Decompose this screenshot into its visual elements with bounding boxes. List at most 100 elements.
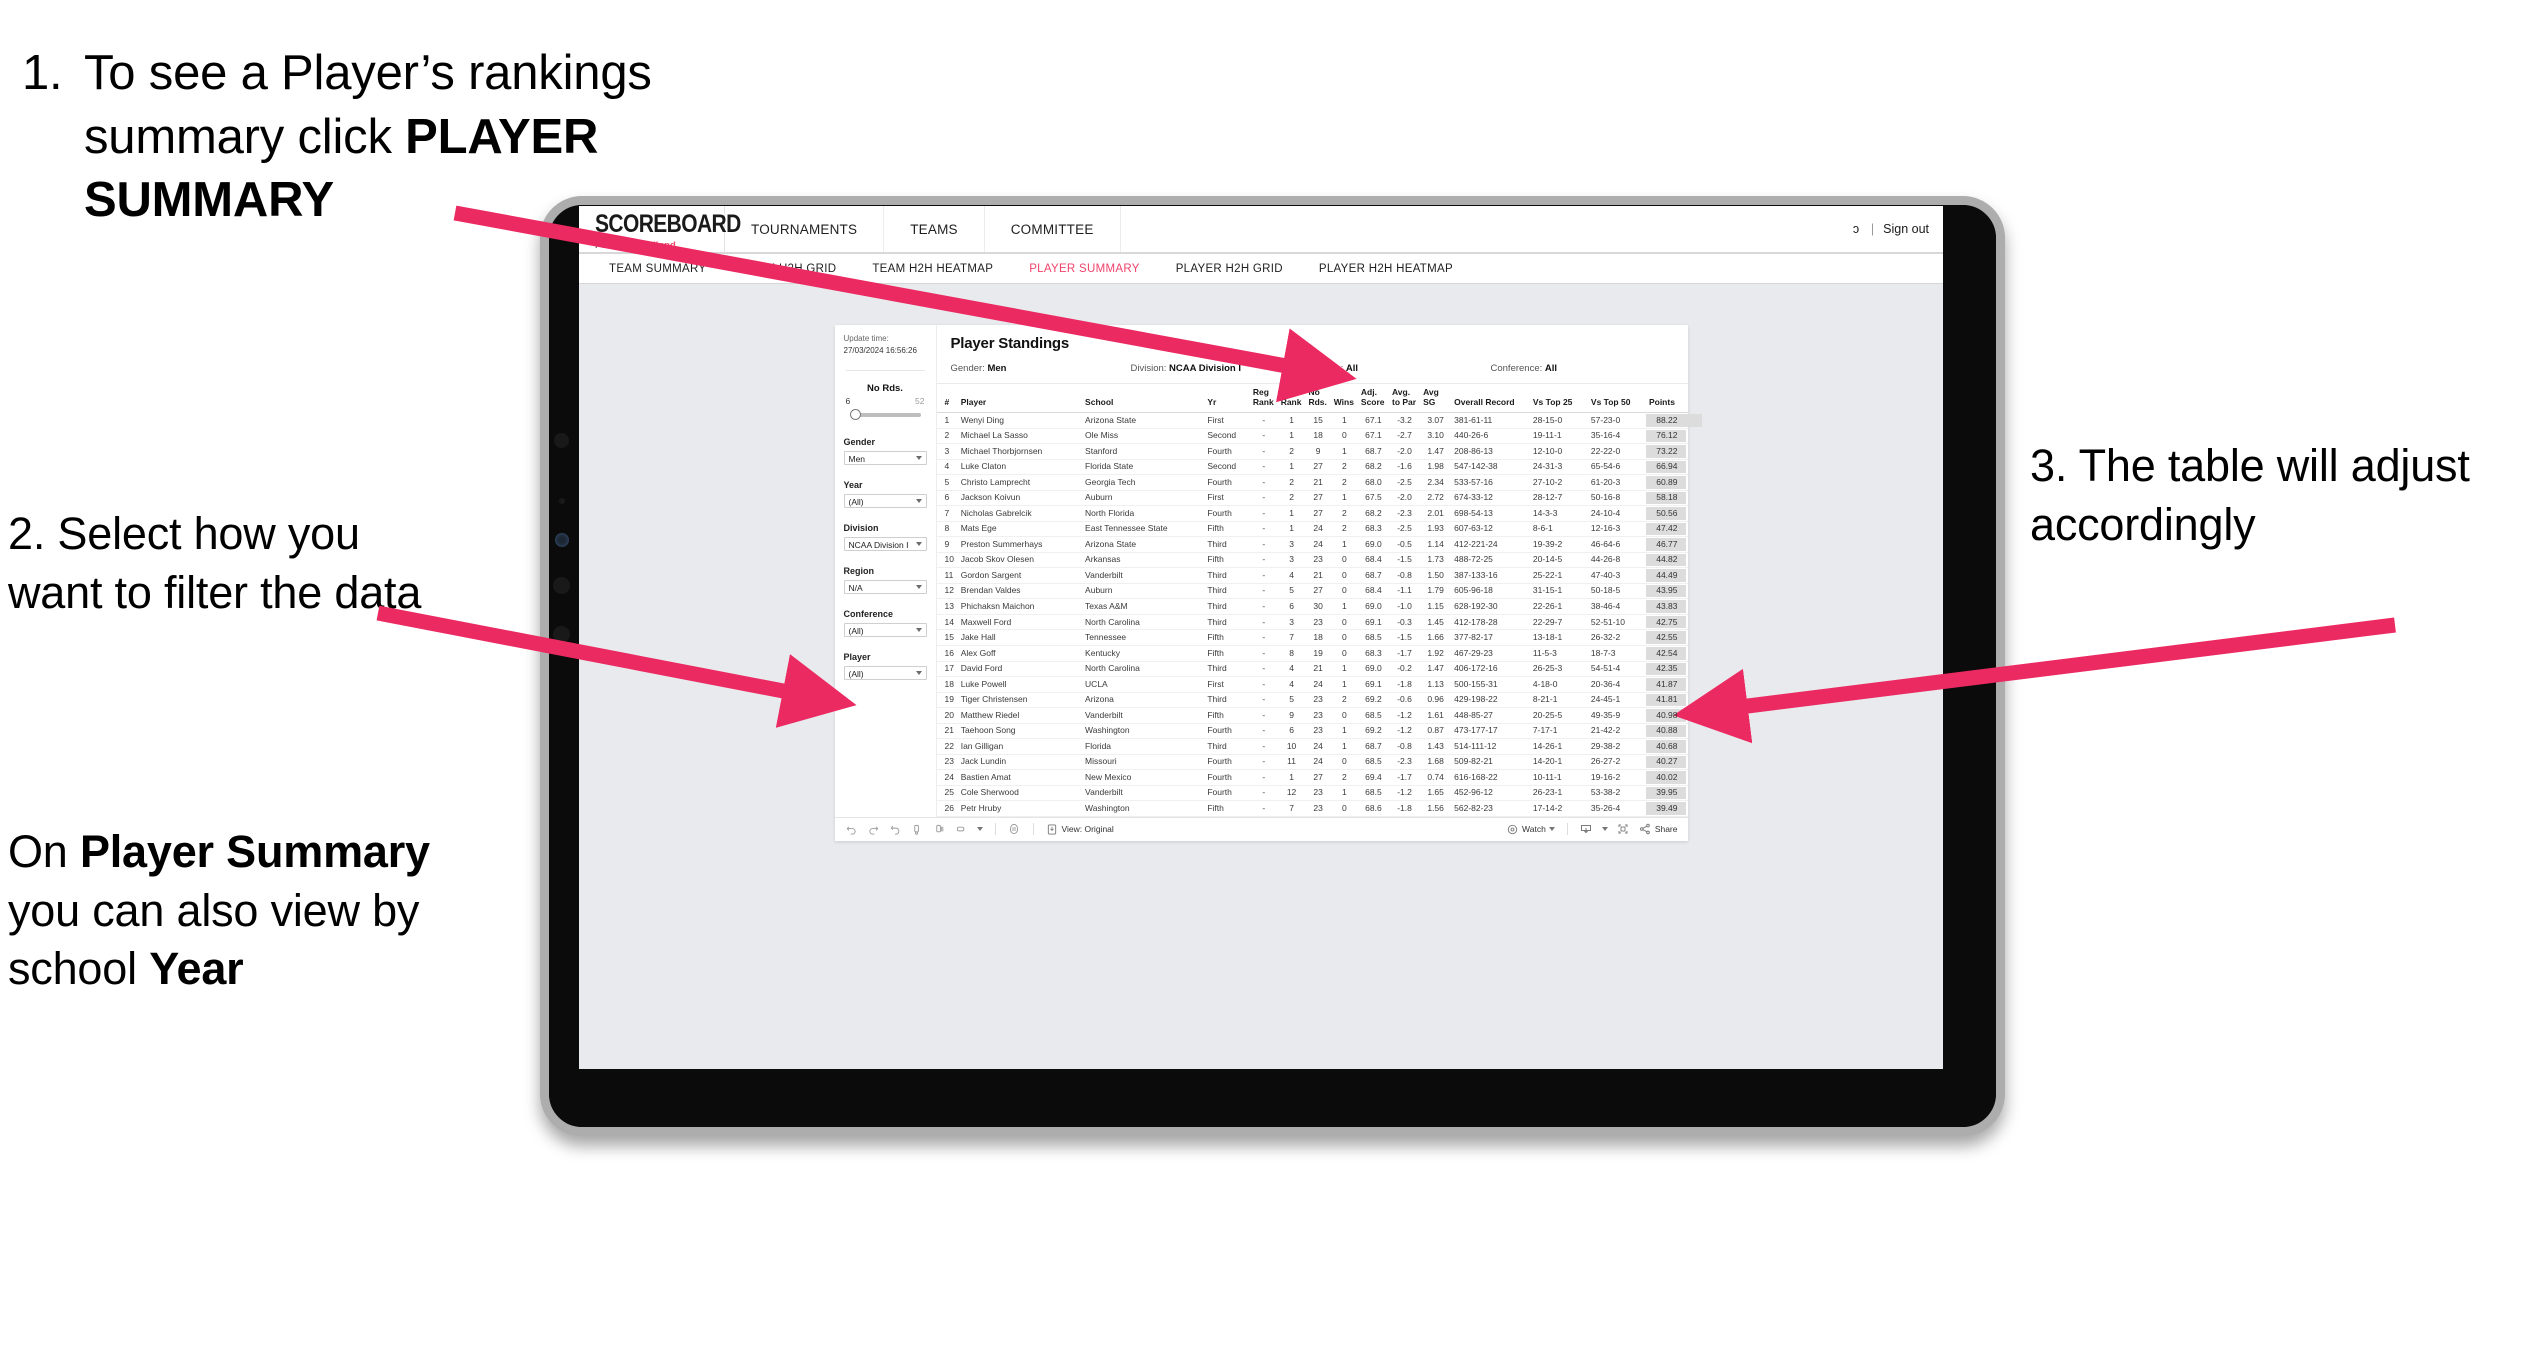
cell-t25: 17-14-2 [1529,800,1588,817]
col-header-player[interactable]: Player [957,384,1083,414]
filter-gender-select[interactable]: Men [843,451,927,466]
table-row[interactable]: 17 David Ford North Carolina Third -4 21 1 69.0… [936,661,1688,678]
table-row[interactable]: 7 Nicholas Gabrelcik North Florida Fourth -1… [936,505,1688,522]
table-row[interactable]: 1 Wenyi Ding Arizona State First -1 15 1 67.1 -3… [936,412,1702,429]
revert-icon[interactable] [889,823,902,836]
table-row[interactable]: 24 Bastien Amat New Mexico Fourth -1 27 2 69.4-… [936,769,1688,786]
cell-player: Jackson Koivun [957,490,1083,507]
cell-reg: - [1249,490,1278,507]
pause-auto-update-icon[interactable] [1008,823,1021,836]
cell-conf: 1 [1277,428,1306,445]
cell-atp: -1.5 [1388,552,1421,569]
brand-clippd-link[interactable]: clippd [648,240,676,251]
top-nav-item-tournaments[interactable]: TOURNAMENTS [725,206,885,252]
table-row[interactable]: 2 Michael La Sasso Ole Miss Second -1 18 0 67.1… [936,428,1688,445]
table-row[interactable]: 10 Jacob Skov Olesen Arkansas Fifth -3 23 0 68.… [936,552,1688,569]
no-rounds-slider[interactable] [846,408,925,422]
col-header-school[interactable]: School [1082,384,1205,414]
table-row[interactable]: 19 Tiger Christensen Arizona Third -5 23 2 69.2… [936,692,1688,709]
tab-team-h2h-grid[interactable]: TEAM H2H GRID [724,263,854,275]
table-row[interactable]: 22 Ian Gilligan Florida Third -10 24 1 68.7 -0.8… [936,738,1688,755]
table-row[interactable]: 16 Alex Goff Kentucky Fifth -8 19 0 68.3 -1.7 1.9… [936,645,1688,662]
slider-knob[interactable] [849,409,861,421]
tab-player-summary[interactable]: PLAYER SUMMARY [1011,263,1158,275]
cell-atp: -1.5 [1388,629,1421,646]
chevron-down-icon[interactable] [976,827,983,832]
table-row[interactable]: 9 Preston Summerhays Arizona State Third -3 2… [936,536,1688,553]
col-header-wins[interactable]: Wins [1330,384,1358,414]
chevron-down-icon[interactable] [1601,827,1608,832]
col-header-reg-rank[interactable]: Reg Rank [1249,384,1278,414]
col-header-avg-to-par[interactable]: Avg. to Par [1388,384,1421,414]
cell-t50: 20-36-4 [1587,676,1646,693]
table-row[interactable]: 13 Phichaksn Maichon Texas A&M Third -6 30 1 69… [936,598,1688,615]
cell-sg: 0.96 [1420,692,1452,709]
cell-wins: 0 [1330,645,1358,662]
cell-wins: 2 [1330,505,1358,522]
table-row[interactable]: 23 Jack Lundin Missouri Fourth -11 24 0 68.5 -2.… [936,754,1688,771]
device-layout-icon[interactable] [955,823,968,836]
col-header-adj-score[interactable]: Adj. Score [1357,384,1389,414]
cell-points: 39.49 [1645,800,1688,817]
tab-player-h2h-grid[interactable]: PLAYER H2H GRID [1158,263,1301,275]
cell-wins: 2 [1330,692,1358,709]
fullscreen-icon[interactable] [1617,823,1630,836]
table-row[interactable]: 12 Brendan Valdes Auburn Third -5 27 0 68.4 -1.1… [936,583,1688,600]
filter-player-select[interactable]: (All) [843,666,927,681]
cell-yr: Fourth [1204,785,1250,802]
cell-t50: 46-64-6 [1587,536,1646,553]
top-nav-item-committee[interactable]: COMMITTEE [984,206,1121,252]
pause-icon[interactable] [933,823,946,836]
cell-yr: First [1204,412,1250,429]
view-original-button[interactable]: View: Original [1046,823,1114,836]
top-nav-item-teams[interactable]: TEAMS [884,206,985,252]
tab-team-summary[interactable]: TEAM SUMMARY [591,263,724,275]
table-row[interactable]: 25 Cole Sherwood Vanderbilt Fourth -12 23 1 68.… [936,785,1688,802]
cell-sg: 3.10 [1420,428,1452,445]
table-row[interactable]: 4 Luke Claton Florida State Second -1 27 2 68.2… [936,459,1688,476]
slider-range-labels: 6 52 [846,396,925,406]
col-header-vs-top-25[interactable]: Vs Top 25 [1529,384,1588,414]
cell-rec: 208-86-13 [1451,443,1530,460]
sign-out-button[interactable]: Sign out [1883,222,1929,236]
filter-conference-select[interactable]: (All) [843,623,927,638]
cell-atp: -2.5 [1388,474,1421,491]
cell-rec: 412-178-28 [1451,614,1530,631]
redo-icon[interactable] [867,823,880,836]
table-row[interactable]: 21 Taehoon Song Washington Fourth -6 23 1 69.2-… [936,723,1688,740]
table-row[interactable]: 15 Jake Hall Tennessee Fifth -7 18 0 68.5 -1.5 1.… [936,629,1688,646]
col-header-yr[interactable]: Yr [1204,384,1250,414]
tab-player-h2h-heatmap[interactable]: PLAYER H2H HEATMAP [1301,263,1471,275]
col-header-overall-record[interactable]: Overall Record [1451,384,1530,414]
table-row[interactable]: 20 Matthew Riedel Vanderbilt Fifth -9 23 0 68.5… [936,707,1688,724]
filter-year-select[interactable]: (All) [843,494,927,509]
col-header-no-rds[interactable]: No Rds. [1305,384,1331,414]
cell-school: Washington [1082,723,1205,740]
table-row[interactable]: 14 Maxwell Ford North Carolina Third -3 23 0 69… [936,614,1688,631]
table-row[interactable]: 8 Mats Ege East Tennessee State Fifth -1 24 2 6… [936,521,1688,538]
download-icon[interactable] [1580,823,1593,836]
filter-region-select[interactable]: N/A [843,580,927,595]
col-header-avg-sg[interactable]: Avg SG [1420,384,1452,414]
table-row[interactable]: 18 Luke Powell UCLA First -4 24 1 69.1 -1.8 1.13 5… [936,676,1688,693]
refresh-icon[interactable] [911,823,924,836]
table-row[interactable]: 5 Christo Lamprecht Georgia Tech Fourth -2 21… [936,474,1688,491]
table-row[interactable]: 6 Jackson Koivun Auburn First -2 27 1 67.5 -2.0 2… [936,490,1688,507]
col-header-vs-top-50[interactable]: Vs Top 50 [1587,384,1646,414]
share-button[interactable]: Share [1639,823,1678,836]
table-row[interactable]: 11 Gordon Sargent Vanderbilt Third -4 21 0 68.7… [936,567,1688,584]
filter-division-select[interactable]: NCAA Division I [843,537,927,552]
undo-icon[interactable] [845,823,858,836]
cell-yr: Fourth [1204,723,1250,740]
cell-points: 73.22 [1645,443,1688,460]
col-header-points[interactable]: Points [1645,384,1688,414]
cell-rec: 488-72-25 [1451,552,1530,569]
col-header-rank[interactable]: # [936,384,958,414]
tab-team-h2h-heatmap[interactable]: TEAM H2H HEATMAP [854,263,1011,275]
cell-player: Preston Summerhays [957,536,1083,553]
col-header-conf-rank[interactable]: Conf Rank [1277,384,1306,414]
watch-button[interactable]: Watch [1506,823,1555,836]
table-row[interactable]: 3 Michael Thorbjornsen Stanford Fourth -2 9 1 6… [936,443,1688,460]
points-value: 73.22 [1656,445,1678,456]
table-row[interactable]: 26 Petr Hruby Washington Fifth -7 23 0 68.6 -1.8… [936,800,1688,817]
